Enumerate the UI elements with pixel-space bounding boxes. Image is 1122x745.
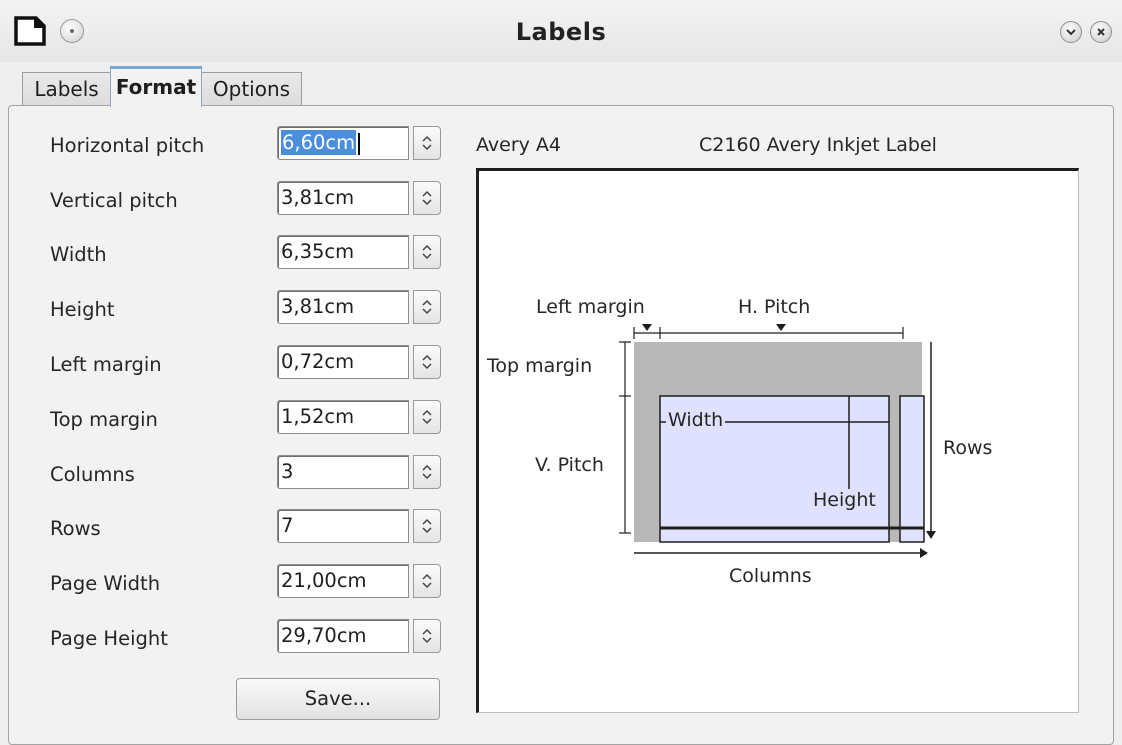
page-width-label: Page Width: [50, 572, 161, 595]
save-button[interactable]: Save...: [236, 678, 440, 720]
columns-label: Columns: [50, 463, 135, 486]
page-width-stepper[interactable]: [413, 564, 441, 598]
text-caret: [358, 132, 361, 155]
width-stepper[interactable]: [413, 235, 441, 269]
left-margin-stepper[interactable]: [413, 345, 441, 379]
title-bar: Labels: [0, 0, 1122, 62]
width-label: Width: [50, 243, 107, 266]
vertical-pitch-label: Vertical pitch: [50, 189, 178, 212]
height-input[interactable]: 3,81cm: [277, 290, 409, 324]
rows-caption: Rows: [943, 437, 993, 459]
page-height-label: Page Height: [50, 627, 168, 650]
width-spinbox: 6,35cm: [277, 235, 442, 269]
top-margin-label: Top margin: [50, 408, 158, 431]
vertical-pitch-spinbox: 3,81cm: [277, 181, 442, 215]
label-preview: Left margin H. Pitch Top margin Width V.…: [476, 168, 1079, 713]
spin-arrows-icon: [422, 573, 432, 589]
left-margin-caption: Left margin: [536, 296, 645, 318]
rows-label: Rows: [50, 517, 101, 540]
left-margin-marker: [642, 324, 652, 331]
columns-spinbox: 3: [277, 455, 442, 489]
page-height-spinbox: 29,70cm: [277, 619, 442, 653]
tab-format[interactable]: Format: [110, 66, 202, 107]
spin-arrows-icon: [422, 409, 432, 425]
columns-stepper[interactable]: [413, 455, 441, 489]
tab-labels[interactable]: Labels: [22, 72, 111, 106]
height-spinbox: 3,81cm: [277, 290, 442, 324]
spin-arrows-icon: [422, 135, 432, 151]
top-margin-spinbox: 1,52cm: [277, 400, 442, 434]
chevron-down-icon: [1066, 29, 1076, 36]
vertical-pitch-input[interactable]: 3,81cm: [277, 181, 409, 215]
top-margin-caption: Top margin: [487, 355, 593, 377]
columns-input[interactable]: 3: [277, 455, 409, 489]
top-margin-input[interactable]: 1,52cm: [277, 400, 409, 434]
page-width-spinbox: 21,00cm: [277, 564, 442, 598]
minimize-button[interactable]: [1060, 21, 1082, 43]
horizontal-pitch-spinbox: 6,60cm: [277, 126, 442, 160]
h-pitch-caption: H. Pitch: [738, 296, 811, 318]
horizontal-pitch-input[interactable]: 6,60cm: [277, 126, 409, 160]
width-input[interactable]: 6,35cm: [277, 235, 409, 269]
close-button[interactable]: [1090, 21, 1112, 43]
page-height-stepper[interactable]: [413, 619, 441, 653]
height-label: Height: [50, 298, 115, 321]
height-stepper[interactable]: [413, 290, 441, 324]
spin-arrows-icon: [422, 354, 432, 370]
tab-options[interactable]: Options: [201, 72, 302, 106]
left-margin-label: Left margin: [50, 353, 162, 376]
spin-arrows-icon: [422, 244, 432, 260]
height-caption: Height: [811, 489, 878, 511]
label-cell: [899, 395, 925, 543]
top-margin-stepper[interactable]: [413, 400, 441, 434]
horizontal-pitch-value: 6,60cm: [281, 130, 357, 155]
window-title: Labels: [515, 18, 607, 46]
spin-arrows-icon: [422, 464, 432, 480]
rows-input[interactable]: 7: [277, 509, 409, 543]
preview-brand: Avery A4: [476, 134, 561, 156]
spin-arrows-icon: [422, 518, 432, 534]
spin-arrows-icon: [422, 190, 432, 206]
h-pitch-marker: [776, 324, 786, 331]
page-height-input[interactable]: 29,70cm: [277, 619, 409, 653]
rows-stepper[interactable]: [413, 509, 441, 543]
v-pitch-caption: V. Pitch: [535, 454, 604, 476]
close-icon: [1097, 28, 1105, 36]
spin-arrows-icon: [422, 299, 432, 315]
left-margin-spinbox: 0,72cm: [277, 345, 442, 379]
rows-spinbox: 7: [277, 509, 442, 543]
left-margin-input[interactable]: 0,72cm: [277, 345, 409, 379]
horizontal-pitch-label: Horizontal pitch: [50, 134, 205, 157]
vertical-pitch-stepper[interactable]: [413, 181, 441, 215]
page-width-input[interactable]: 21,00cm: [277, 564, 409, 598]
preview-label-type: C2160 Avery Inkjet Label: [699, 134, 937, 156]
horizontal-pitch-stepper[interactable]: [413, 126, 441, 160]
columns-caption: Columns: [729, 565, 812, 587]
spin-arrows-icon: [422, 628, 432, 644]
width-caption: Width: [666, 409, 726, 431]
